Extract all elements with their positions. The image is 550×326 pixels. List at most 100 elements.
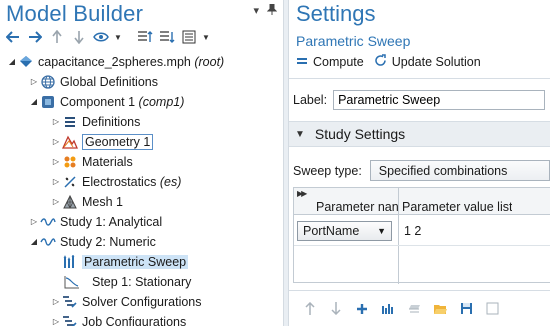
stationary-step-icon (64, 274, 80, 290)
refresh-icon (374, 54, 387, 70)
tree-item-component[interactable]: ◢ Component 1 (comp1) (28, 92, 184, 111)
settings-subtitle: Parametric Sweep (296, 33, 411, 49)
move-up-icon[interactable] (303, 301, 317, 318)
range-icon[interactable] (381, 302, 395, 318)
arrow-right-icon[interactable] (26, 28, 44, 46)
tree-label: Global Definitions (60, 74, 158, 89)
model-builder-title: Model Builder (6, 1, 144, 26)
chevron-down-icon[interactable]: ▼ (114, 28, 122, 46)
tree-item-study1[interactable]: ▷ Study 1: Analytical (28, 212, 162, 231)
tree-label: Definitions (82, 114, 141, 129)
study-icon (40, 234, 56, 250)
update-solution-button[interactable]: Update Solution (374, 54, 481, 70)
parameter-table: ▶▶ Parameter nan Parameter value list Po… (293, 187, 550, 284)
tree-label: Step 1: Stationary (92, 274, 192, 289)
column-header-parameter-value-list[interactable]: Parameter value list (402, 200, 512, 214)
chevron-down-icon[interactable]: ▼ (202, 28, 210, 46)
separator (289, 78, 550, 79)
tree-label: Study 2: Numeric (60, 234, 156, 249)
chevron-down-icon: ▼ (377, 226, 386, 236)
collapse-triangle-icon: ▼ (295, 128, 305, 140)
expand-arrow-icon[interactable]: ▷ (50, 157, 62, 166)
electrostatics-icon (62, 174, 78, 190)
view-menu-icon[interactable]: ▾ (253, 4, 259, 18)
tree-item-materials[interactable]: ▷ Materials (50, 152, 133, 171)
expand-arrow-icon[interactable]: ▷ (50, 177, 62, 186)
materials-icon (62, 154, 78, 170)
component-icon (40, 94, 56, 110)
label-caption: Label: (293, 93, 328, 107)
parameter-name-select[interactable]: PortName ▼ (297, 221, 392, 241)
save-icon[interactable] (459, 302, 473, 318)
tree-label: Materials (82, 154, 133, 169)
collapse-arrow-icon[interactable]: ◢ (28, 97, 40, 106)
update-solution-label: Update Solution (391, 55, 481, 69)
folder-open-icon[interactable] (433, 303, 447, 318)
list-icon[interactable] (180, 28, 198, 46)
collapse-icon[interactable] (158, 28, 176, 46)
model-builder-pane: Model Builder ▾ ▼ ▼ ◢ capacitance_2spher… (0, 0, 283, 326)
compute-label: Compute (313, 55, 364, 69)
expand-icon[interactable] (136, 28, 154, 46)
tree-item-parametric-sweep[interactable]: Parametric Sweep (50, 252, 189, 271)
label-input[interactable] (333, 90, 546, 110)
expand-arrow-icon[interactable]: ▷ (50, 137, 62, 146)
tree-label: Parametric Sweep (82, 254, 189, 269)
collapse-arrow-icon[interactable]: ◢ (28, 237, 40, 246)
settings-pane: Settings Parametric Sweep Compute Update… (289, 0, 550, 326)
label-row: Label: (293, 90, 546, 110)
tree-label: Solver Configurations (82, 294, 202, 309)
tree-item-step1[interactable]: Step 1: Stationary (64, 272, 191, 291)
delete-icon[interactable] (407, 303, 421, 318)
expand-arrow-icon[interactable]: ▷ (50, 317, 62, 326)
collapse-arrow-icon[interactable]: ◢ (6, 57, 18, 66)
settings-actions: Compute Update Solution (296, 54, 481, 70)
tree-label: Component 1 (comp1) (60, 94, 185, 109)
tree-item-root[interactable]: ◢ capacitance_2spheres.mph (root) (6, 52, 224, 71)
expand-arrow-icon[interactable]: ▷ (50, 297, 62, 306)
tree-item-mesh[interactable]: ▷ Mesh 1 (50, 192, 123, 211)
section-title: Study Settings (314, 126, 406, 142)
compute-icon (296, 55, 308, 69)
tree-item-definitions[interactable]: ▷ Definitions (50, 112, 140, 131)
fast-forward-icon[interactable]: ▶▶ (297, 189, 307, 198)
model-builder-toolbar: ▼ ▼ (4, 28, 210, 46)
arrow-up-icon[interactable] (48, 28, 66, 46)
sweep-type-select[interactable]: Specified combinations (369, 160, 550, 181)
tree-item-global-definitions[interactable]: ▷ Global Definitions (28, 72, 158, 91)
expand-arrow-icon[interactable]: ▷ (28, 217, 40, 226)
eye-icon[interactable] (92, 28, 110, 46)
tree-item-electrostatics[interactable]: ▷ Electrostatics (es) (50, 172, 181, 191)
expand-arrow-icon[interactable]: ▷ (50, 197, 62, 206)
parametric-sweep-icon (62, 254, 78, 270)
sweep-type-caption: Sweep type: (293, 163, 362, 178)
compute-button[interactable]: Compute (296, 55, 364, 69)
tree-label: Job Configurations (82, 314, 187, 326)
separator (289, 290, 550, 291)
table-header: ▶▶ Parameter nan Parameter value list (294, 188, 550, 215)
definitions-icon (62, 114, 78, 130)
pin-icon[interactable] (266, 3, 278, 18)
tree-item-solver-configurations[interactable]: ▷ Solver Configurations (50, 292, 202, 311)
parameter-value-cell[interactable]: 1 2 (404, 224, 421, 238)
parameter-name-value: PortName (303, 224, 360, 238)
arrow-down-icon[interactable] (70, 28, 88, 46)
study-icon (40, 214, 56, 230)
column-header-parameter-name[interactable]: Parameter nan (316, 200, 399, 214)
arrow-left-icon[interactable] (4, 28, 22, 46)
job-icon (62, 314, 78, 326)
tree-label: Geometry 1 (82, 133, 154, 150)
clear-icon[interactable] (485, 302, 499, 318)
expand-arrow-icon[interactable]: ▷ (28, 77, 40, 86)
sweep-type-value: Specified combinations (378, 163, 508, 178)
study-settings-section-header[interactable]: ▼ Study Settings (289, 121, 550, 147)
move-down-icon[interactable] (329, 302, 343, 318)
tree-item-study2[interactable]: ◢ Study 2: Numeric (28, 232, 156, 251)
tree-item-job-configurations[interactable]: ▷ Job Configurations (50, 312, 186, 326)
tree-label: capacitance_2spheres.mph (root) (38, 54, 225, 69)
mesh-icon (62, 194, 78, 210)
tree-item-geometry[interactable]: ▷ Geometry 1 (50, 132, 154, 151)
expand-arrow-icon[interactable]: ▷ (50, 117, 62, 126)
add-icon[interactable] (355, 303, 369, 318)
globe-icon (40, 74, 56, 90)
